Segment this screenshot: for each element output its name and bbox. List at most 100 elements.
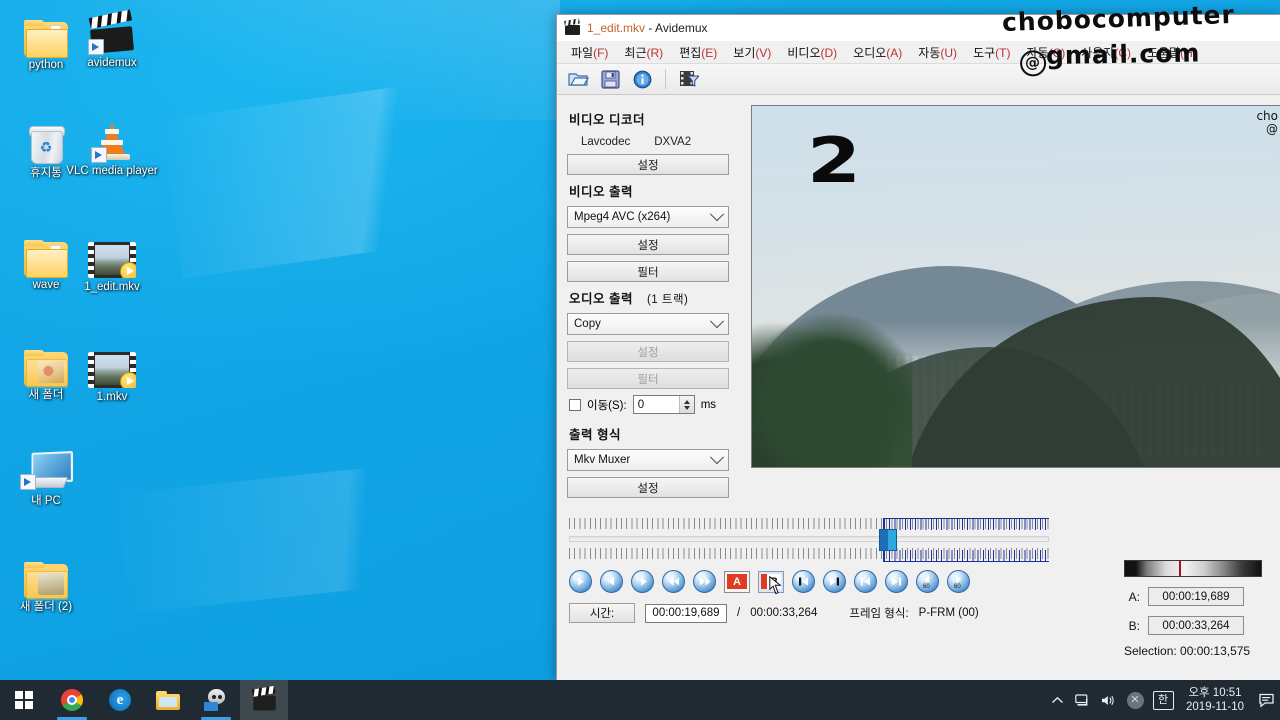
windows-logo-icon	[15, 691, 33, 709]
timeline[interactable]	[569, 518, 1049, 562]
mark-b-button[interactable]: B	[758, 570, 784, 594]
output-muxer-select[interactable]: Mkv Muxer	[567, 449, 729, 471]
volume-icon[interactable]	[1096, 680, 1122, 720]
config-panel: 비디오 디코더 Lavcodec DXVA2 설정 비디오 출력 Mpeg4 A…	[557, 95, 739, 504]
menu-edit[interactable]: 편집(E)	[671, 42, 725, 63]
desktop-icon-vlc[interactable]: VLC media player	[66, 112, 158, 178]
save-file-icon[interactable]	[597, 67, 623, 91]
rewind-button[interactable]	[662, 570, 685, 593]
folder-icon	[0, 548, 92, 600]
goto-next-keyframe-button[interactable]	[823, 570, 846, 593]
mark-a-value[interactable]: 00:00:19,689	[1148, 587, 1244, 606]
action-needed-icon[interactable]: ✕	[1122, 680, 1148, 720]
play-button[interactable]	[569, 570, 592, 593]
menu-auto[interactable]: 자동(U)	[910, 42, 965, 63]
timeline-selection-range[interactable]	[883, 518, 1049, 562]
video-output-codec-value: Mpeg4 AVC (x264)	[574, 211, 671, 223]
network-icon[interactable]	[1070, 680, 1096, 720]
mouse-cursor-icon	[769, 575, 782, 594]
taskbar-avidemux[interactable]	[240, 680, 288, 720]
output-format-heading: 출력 형식	[569, 428, 621, 442]
menu-user[interactable]: 사용자(C)	[1073, 42, 1139, 63]
video-watermark: cho @	[1256, 110, 1278, 136]
desktop-icon-label: VLC media player	[66, 165, 158, 177]
taskbar-clock[interactable]: 오후 10:51 2019-11-10	[1178, 686, 1254, 714]
audio-shift-stepper[interactable]: 0	[632, 395, 695, 414]
next-frame-button[interactable]	[631, 570, 654, 593]
desktop-icon-avidemux[interactable]: avidemux	[66, 4, 158, 70]
menu-audio[interactable]: 오디오(A)	[845, 42, 910, 63]
system-tray[interactable]: ✕ 한 오후 10:51 2019-11-10	[1044, 680, 1280, 720]
mark-a-button[interactable]: A	[724, 570, 750, 593]
audio-shift-label: 이동(S):	[587, 399, 627, 412]
ime-indicator[interactable]: 한	[1148, 680, 1178, 720]
desktop-icon-my-pc[interactable]: 내 PC	[0, 442, 92, 508]
menubar[interactable]: 파일(F) 최근(R) 편집(E) 보기(V) 비디오(D) 오디오(A) 자동…	[557, 41, 1280, 63]
menu-file[interactable]: 파일(F)	[563, 42, 616, 63]
audio-output-codec-value: Copy	[574, 318, 601, 330]
menu-view[interactable]: 보기(V)	[725, 42, 779, 63]
play-badge-icon	[120, 262, 136, 278]
audio-output-codec-select[interactable]: Copy	[567, 313, 729, 335]
shortcut-arrow-icon	[20, 474, 36, 490]
menu-video[interactable]: 비디오(D)	[779, 42, 845, 63]
goto-start-button[interactable]	[854, 570, 877, 593]
goto-prev-keyframe-button[interactable]	[792, 570, 815, 593]
selection-duration-text: Selection: 00:00:13,575	[1124, 644, 1251, 658]
stepper-arrows-icon[interactable]	[678, 396, 694, 413]
menu-recent[interactable]: 최근(R)	[616, 42, 671, 63]
video-preview[interactable]: 2 cho @	[751, 105, 1280, 468]
audio-output-config-button[interactable]: 설정	[567, 341, 729, 362]
window-titlebar[interactable]: 1_edit.mkv - Avidemux	[557, 15, 1280, 41]
mark-b-value[interactable]: 00:00:33,264	[1148, 616, 1244, 635]
taskbar-edge[interactable]: e	[96, 680, 144, 720]
time-button[interactable]: 시간:	[569, 603, 635, 623]
info-icon[interactable]	[629, 67, 655, 91]
timeline-playhead-handle[interactable]	[879, 529, 897, 551]
taskbar[interactable]: e ✕ 한 오후 10:51 2019-11-10	[0, 680, 1280, 720]
video-output-config-button[interactable]: 설정	[567, 234, 729, 255]
desktop-icon-new-folder-2[interactable]: 새 폴더 (2)	[0, 548, 92, 614]
navigation-gradient-bar[interactable]	[1124, 560, 1262, 577]
desktop-icon-1-mkv[interactable]: 1.mkv	[66, 338, 158, 404]
audio-shift-checkbox[interactable]	[569, 398, 581, 411]
decoder-mode-name: DXVA2	[654, 136, 692, 148]
back-60s-button[interactable]: 60	[916, 570, 939, 593]
toolbar[interactable]	[557, 63, 1280, 95]
output-format-config-button[interactable]: 설정	[567, 477, 729, 498]
video-output-filter-button[interactable]: 필터	[567, 261, 729, 282]
taskbar-explorer[interactable]	[144, 680, 192, 720]
desktop-icon-label: avidemux	[87, 57, 137, 69]
menu-tools[interactable]: 도구(T)	[965, 42, 1018, 63]
video-output-heading: 비디오 출력	[569, 185, 633, 199]
filters-icon[interactable]	[676, 67, 702, 91]
desktop-icon-label: 새 폴더 (2)	[19, 601, 73, 613]
open-file-icon[interactable]	[565, 67, 591, 91]
gimp-icon	[204, 689, 228, 711]
menu-help[interactable]: 도움말(H)	[1139, 42, 1205, 63]
forward-60s-button[interactable]: 60	[947, 570, 970, 593]
chevron-down-icon	[709, 207, 725, 222]
taskbar-chrome[interactable]	[48, 680, 96, 720]
video-watermark-line2: @	[1266, 122, 1278, 136]
video-output-codec-select[interactable]: Mpeg4 AVC (x264)	[567, 206, 729, 228]
desktop-icon-1-edit-mkv[interactable]: 1_edit.mkv	[66, 228, 158, 294]
window-title-filename: 1_edit.mkv	[587, 21, 646, 35]
prev-frame-button[interactable]	[600, 570, 623, 593]
start-button[interactable]	[0, 680, 48, 720]
svg-text:60: 60	[954, 584, 961, 589]
forward-button[interactable]	[693, 570, 716, 593]
video-decoder-info: Lavcodec DXVA2	[567, 134, 739, 154]
wallpaper-swoosh-1	[160, 61, 600, 279]
audio-output-filter-button[interactable]: 필터	[567, 368, 729, 389]
video-decoder-config-button[interactable]: 설정	[567, 154, 729, 175]
goto-end-button[interactable]	[885, 570, 908, 593]
current-time-field[interactable]: 00:00:19,689	[645, 603, 727, 623]
action-center-icon[interactable]	[1254, 680, 1280, 720]
show-hidden-icons-button[interactable]	[1044, 680, 1070, 720]
ime-language-label: 한	[1152, 690, 1174, 710]
total-time-value: 00:00:33,264	[750, 607, 818, 619]
audio-shift-value[interactable]: 0	[634, 396, 679, 413]
taskbar-gimp[interactable]	[192, 680, 240, 720]
menu-auto-c[interactable]: 자동(C)	[1018, 42, 1073, 63]
